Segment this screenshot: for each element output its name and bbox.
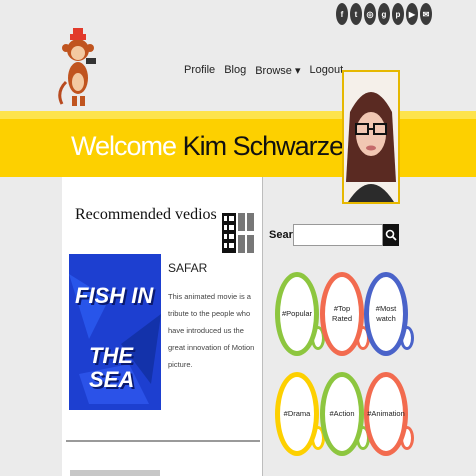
monkey-logo[interactable] (56, 22, 100, 108)
nav-blog[interactable]: Blog (224, 64, 246, 77)
tag-top-rated[interactable]: #Top Rated (320, 272, 364, 356)
nav-logout[interactable]: Logout (309, 64, 343, 77)
card-divider (66, 440, 260, 442)
tag-label: #Top Rated (331, 304, 352, 323)
google-plus-icon[interactable]: g (378, 3, 390, 25)
youtube-icon[interactable]: ▶ (406, 3, 418, 25)
email-icon[interactable]: ✉ (420, 3, 432, 25)
video-title[interactable]: SAFAR (168, 261, 207, 275)
thumb-title-line1: FISH IN (75, 283, 154, 308)
nav-profile[interactable]: Profile (184, 64, 215, 77)
video-description: This animated movie is a tribute to the … (168, 292, 255, 369)
thumb-title-line2: THE SEA (89, 343, 135, 392)
tag-animation[interactable]: #Animation (364, 372, 408, 456)
search-button[interactable] (383, 224, 399, 246)
search-icon (385, 229, 397, 241)
grid-view-icon[interactable] (238, 213, 254, 253)
list-view-icon[interactable] (222, 213, 236, 253)
pinterest-icon[interactable]: p (392, 3, 404, 25)
tag-label: #Animation (367, 409, 405, 418)
tag-drama[interactable]: #Drama (275, 372, 319, 456)
tag-popular[interactable]: #Popular (275, 272, 319, 356)
twitter-icon[interactable]: t (350, 3, 362, 25)
avatar-portrait (344, 72, 398, 202)
tag-action[interactable]: #Action (320, 372, 364, 456)
user-name: Kim Schwarzen (182, 131, 359, 161)
main-nav: Profile Blog Browse ▾ Logout (184, 64, 343, 77)
tag-label: #Action (329, 409, 355, 418)
instagram-icon[interactable]: ◎ (364, 3, 376, 25)
facebook-icon[interactable]: f (336, 3, 348, 25)
profile-avatar[interactable] (342, 70, 400, 204)
tag-label: #Most watch (375, 304, 397, 323)
welcome-heading: Welcome Kim Schwarzen (71, 131, 359, 162)
video-thumbnail[interactable]: FISH IN THE SEA (69, 254, 161, 410)
welcome-greeting: Welcome (71, 131, 177, 161)
tag-label: #Drama (283, 409, 311, 418)
recommended-title: Recommended vedios (75, 206, 217, 223)
panel-divider (262, 177, 263, 476)
tag-most-watch[interactable]: #Most watch (364, 272, 408, 356)
next-video-thumbnail[interactable] (70, 470, 160, 476)
banner-highlight (0, 111, 476, 119)
search-input[interactable] (293, 224, 383, 246)
social-icons: f t ◎ g p ▶ ✉ (336, 3, 432, 25)
nav-browse-dropdown[interactable]: Browse ▾ (255, 64, 300, 77)
tag-label: #Popular (281, 309, 313, 318)
